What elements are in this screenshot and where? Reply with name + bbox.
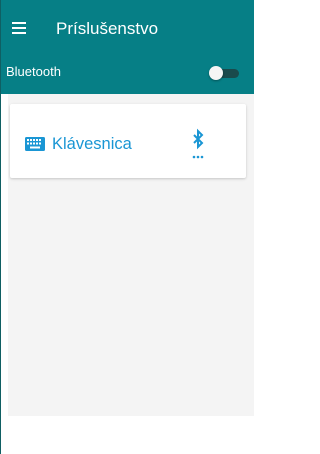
keyboard-icon — [25, 137, 45, 151]
device-name: Klávesnica — [52, 135, 132, 153]
toggle-thumb — [209, 66, 223, 80]
toolbar: Príslušenstvo Bluetooth — [0, 0, 254, 94]
bluetooth-label: Bluetooth — [6, 64, 61, 79]
left-edge-border — [0, 0, 1, 454]
bluetooth-toggle[interactable] — [209, 66, 241, 80]
menu-icon[interactable] — [12, 22, 26, 34]
bluetooth-searching-icon — [191, 128, 205, 162]
device-card-keyboard[interactable]: Klávesnica — [10, 104, 246, 178]
app-root: Príslušenstvo Bluetooth Klávesnica — [0, 0, 254, 454]
page-title: Príslušenstvo — [56, 19, 159, 38]
